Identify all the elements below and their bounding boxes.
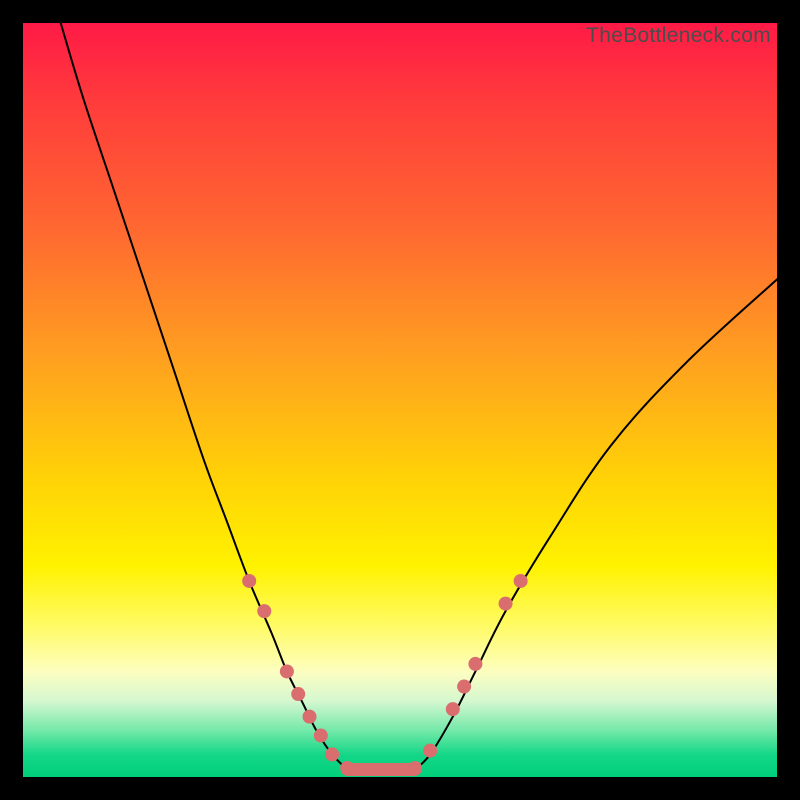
plot-area: TheBottleneck.com (23, 23, 777, 777)
data-marker (446, 702, 460, 716)
data-marker (303, 710, 317, 724)
data-marker (314, 729, 328, 743)
chart-frame: TheBottleneck.com (0, 0, 800, 800)
data-marker (340, 761, 354, 775)
data-marker (499, 597, 513, 611)
chart-svg (23, 23, 777, 777)
data-marker (291, 687, 305, 701)
data-marker (423, 744, 437, 758)
data-marker (257, 604, 271, 618)
data-marker (468, 657, 482, 671)
left-curve (61, 23, 348, 769)
data-marker (325, 747, 339, 761)
data-marker (457, 680, 471, 694)
marker-group (242, 574, 527, 775)
data-marker (408, 761, 422, 775)
data-marker (242, 574, 256, 588)
right-curve (415, 279, 777, 769)
data-marker (280, 664, 294, 678)
data-marker (514, 574, 528, 588)
